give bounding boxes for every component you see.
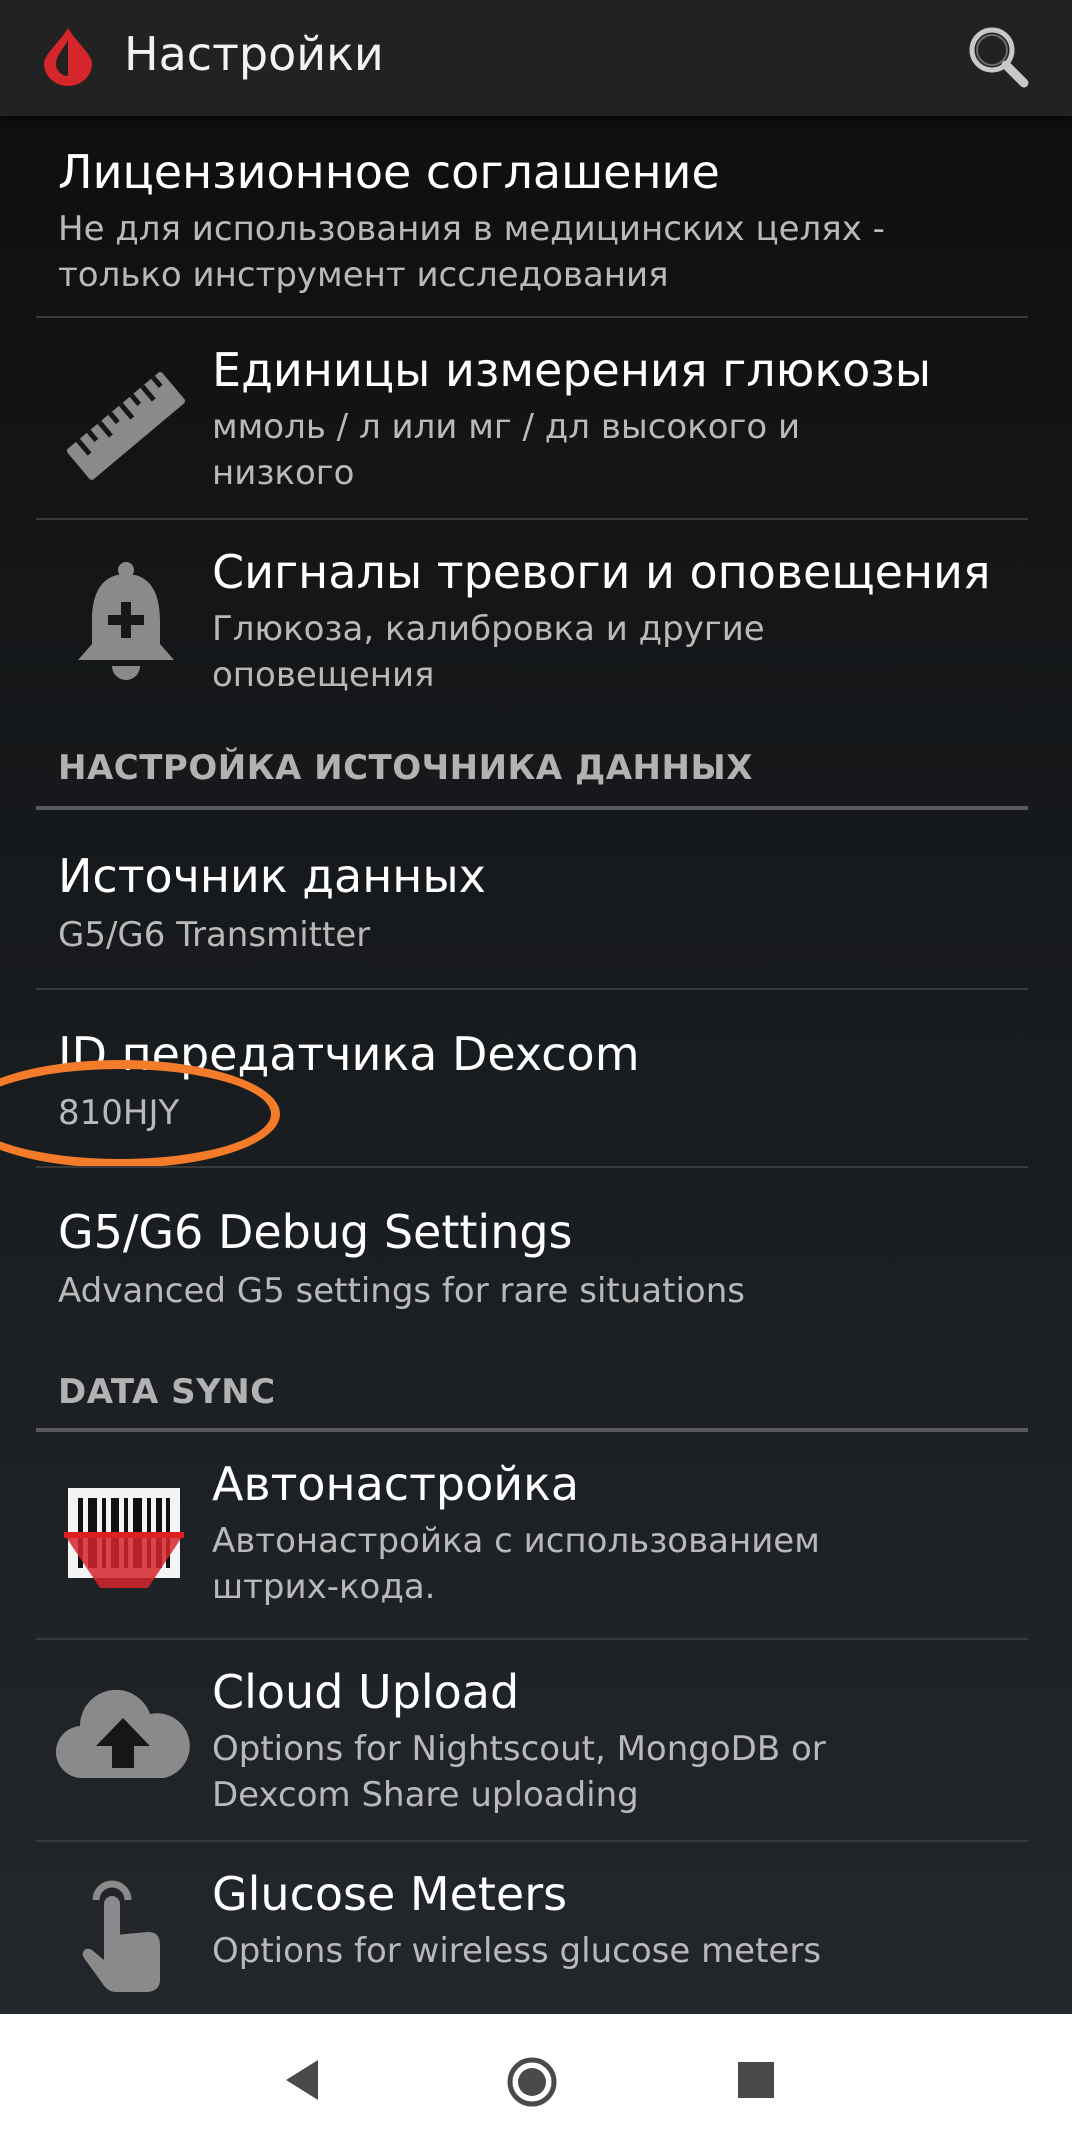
item-summary-line1: Не для использования в медицинских целях…: [58, 209, 885, 249]
app-bar: Настройки: [0, 0, 1072, 116]
item-title: Автонастройка: [212, 1457, 580, 1511]
item-summary-line2: Dexcom Share uploading: [212, 1775, 639, 1815]
navigation-bar: [0, 2014, 1072, 2144]
item-summary-line2: низкого: [212, 453, 355, 493]
license-agreement-item[interactable]: Лицензионное соглашение Не для использов…: [36, 136, 1028, 314]
alerts-item[interactable]: Сигналы тревоги и оповещения Глюкоза, ка…: [36, 520, 1028, 720]
item-summary: G5/G6 Transmitter: [58, 915, 371, 955]
item-title: Cloud Upload: [212, 1665, 520, 1719]
category-data-sync: DATA SYNC: [58, 1372, 276, 1412]
item-title: G5/G6 Debug Settings: [58, 1205, 573, 1259]
recent-square-icon[interactable]: [738, 2062, 774, 2098]
item-title: Glucose Meters: [212, 1867, 568, 1921]
back-triangle-icon[interactable]: [282, 2058, 322, 2102]
item-summary: Advanced G5 settings for rare situations: [58, 1271, 745, 1311]
item-summary-line1: Глюкоза, калибровка и другие: [212, 609, 765, 649]
item-summary-line1: Options for Nightscout, MongoDB or: [212, 1729, 826, 1769]
item-title: Лицензионное соглашение: [58, 145, 720, 199]
barcode-scanner-icon: [64, 1488, 184, 1588]
item-title: Сигналы тревоги и оповещения: [212, 545, 991, 599]
item-summary-line2: штрих-кода.: [212, 1567, 436, 1607]
item-title: Источник данных: [58, 849, 486, 903]
search-icon[interactable]: [958, 18, 1038, 98]
item-summary-line2: только инструмент исследования: [58, 255, 669, 295]
alarm-bell-icon: [78, 562, 174, 680]
glucose-meters-item[interactable]: Glucose Meters Options for wireless gluc…: [36, 1842, 1028, 2012]
blood-drop-icon: [44, 28, 92, 86]
page-title: Настройки: [124, 27, 384, 81]
item-title: Единицы измерения глюкозы: [212, 343, 932, 397]
auto-setup-item[interactable]: Автонастройка Автонастройка с использова…: [36, 1432, 1028, 1636]
home-circle-icon[interactable]: [506, 2056, 558, 2108]
category-data-source: НАСТРОЙКА ИСТОЧНИКА ДАННЫХ: [58, 748, 753, 788]
item-summary-line2: оповещения: [212, 655, 435, 695]
item-summary-line1: ммоль / л или мг / дл высокого и: [212, 407, 801, 447]
cloud-upload-item[interactable]: Cloud Upload Options for Nightscout, Mon…: [36, 1640, 1028, 1840]
debug-settings-item[interactable]: G5/G6 Debug Settings Advanced G5 setting…: [36, 1168, 1028, 1344]
item-summary-line1: Автонастройка с использованием: [212, 1521, 820, 1561]
hand-pointer-icon: [82, 1880, 160, 1992]
cloud-upload-icon: [55, 1689, 190, 1779]
item-summary: Options for wireless glucose meters: [212, 1931, 822, 1971]
ruler-icon: [66, 372, 186, 480]
glucose-units-item[interactable]: Единицы измерения глюкозы ммоль / л или …: [36, 318, 1028, 518]
data-source-item[interactable]: Источник данных G5/G6 Transmitter: [36, 810, 1028, 986]
